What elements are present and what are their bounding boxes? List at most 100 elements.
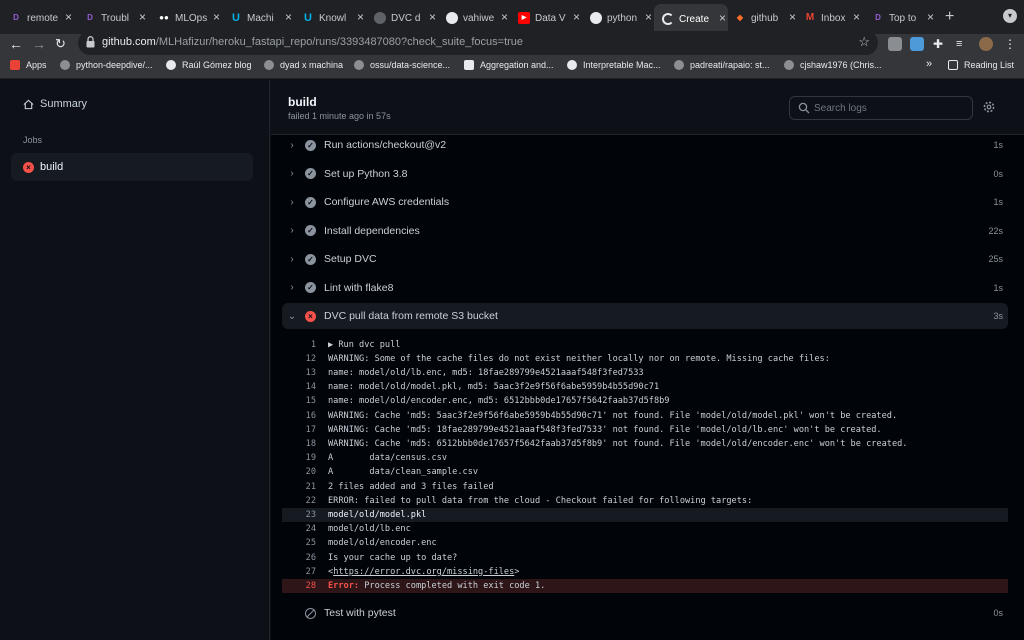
missing-files-link[interactable]: https://error.dvc.org/missing-files (333, 567, 514, 577)
tab-inbox[interactable]: M Inbox × (804, 6, 862, 30)
bookmark-python-deepdive[interactable]: python-deepdive/... (60, 60, 153, 70)
tab-vahiwe[interactable]: vahiwe × (446, 6, 510, 30)
line-number[interactable]: 28 (282, 581, 316, 591)
search-logs-input[interactable] (814, 100, 964, 116)
bookmark-raul-gomez[interactable]: Raúl Gómez blog (166, 60, 252, 70)
step-row[interactable]: › ✓ Install dependencies 22s (282, 218, 1008, 244)
line-number[interactable]: 1 (282, 340, 316, 350)
step-row[interactable]: › ✓ Set up Python 3.8 0s (282, 161, 1008, 187)
bookmark-aggregation[interactable]: Aggregation and... (464, 60, 554, 70)
tab-troubleshooting[interactable]: D Troubl × (84, 6, 148, 30)
gear-icon[interactable] (982, 100, 996, 114)
close-icon[interactable]: × (719, 11, 726, 25)
close-icon[interactable]: × (213, 10, 220, 24)
sidebar-job-build[interactable]: × build (11, 153, 253, 181)
udacity-icon: U (304, 12, 312, 24)
step-name: Test with pytest (324, 607, 396, 620)
tab-search-icon[interactable]: ▾ (1003, 9, 1017, 23)
extensions-puzzle-icon[interactable]: ✚ (933, 37, 947, 51)
back-arrow-icon[interactable]: ← (9, 36, 23, 52)
bookmarks-overflow-button[interactable]: » (926, 58, 932, 70)
browser-menu-icon[interactable]: ⋮ (1004, 37, 1018, 51)
chevron-right-icon[interactable]: › (282, 282, 302, 293)
close-icon[interactable]: × (789, 10, 796, 24)
bookmark-padreati[interactable]: padreati/rapaio: st... (674, 60, 770, 70)
step-row[interactable]: › ✓ Configure AWS credentials 1s (282, 189, 1008, 215)
youtube-icon: ▶ (518, 12, 530, 24)
summary-link[interactable]: Summary (23, 98, 87, 110)
reading-list-button[interactable]: Reading List (948, 60, 1014, 70)
close-icon[interactable]: × (65, 10, 72, 24)
line-number[interactable]: 20 (282, 467, 316, 477)
line-number[interactable]: 27 (282, 567, 316, 577)
line-number[interactable]: 12 (282, 354, 316, 364)
forward-arrow-icon[interactable]: → (32, 36, 46, 52)
line-number[interactable]: 23 (282, 510, 316, 520)
line-number[interactable]: 26 (282, 553, 316, 563)
chevron-right-icon[interactable]: › (282, 225, 302, 236)
line-number[interactable]: 21 (282, 482, 316, 492)
bookmark-interpretable[interactable]: Interpretable Mac... (567, 60, 661, 70)
new-tab-icon[interactable]: + (945, 8, 954, 26)
step-duration: 25s (988, 254, 1003, 264)
line-number[interactable]: 19 (282, 453, 316, 463)
bookmark-cjshaw[interactable]: cjshaw1976 (Chris... (784, 60, 882, 70)
error-label: Error: (328, 580, 360, 591)
close-icon[interactable]: × (853, 10, 860, 24)
bookmark-ossu[interactable]: ossu/data-science... (354, 60, 450, 70)
camera-extension-icon[interactable] (888, 37, 902, 51)
tab-mlops[interactable]: ●● MLOps × (158, 6, 222, 30)
bookmark-star-icon[interactable]: ☆ (858, 34, 870, 50)
chevron-right-icon[interactable]: › (282, 168, 302, 179)
tab-remote[interactable]: Dremote × (10, 6, 74, 30)
line-number[interactable]: 15 (282, 396, 316, 406)
line-number[interactable]: 14 (282, 382, 316, 392)
close-icon[interactable]: × (357, 10, 364, 24)
line-number[interactable]: 17 (282, 425, 316, 435)
close-icon[interactable]: × (645, 10, 652, 24)
tab-python[interactable]: python × (590, 6, 654, 30)
bookmark-dyad-x-machina[interactable]: dyad x machina (264, 60, 343, 70)
screenshot-extension-icon[interactable] (910, 37, 924, 51)
dvc-icon: D (13, 13, 19, 22)
udacity-icon: U (232, 12, 240, 24)
github-icon (446, 12, 458, 24)
line-number[interactable]: 22 (282, 496, 316, 506)
tab-github[interactable]: ◆ github × (734, 6, 798, 30)
step-row[interactable]: ⌄ × DVC pull data from remote S3 bucket 3s (282, 303, 1008, 329)
tab-dvc-docs[interactable]: DVC d × (374, 6, 438, 30)
step-row[interactable]: › ✓ Run actions/checkout@v2 1s (282, 132, 1008, 158)
close-icon[interactable]: × (927, 10, 934, 24)
address-bar[interactable]: github.com/MLHafizur/heroku_fastapi_repo… (78, 31, 878, 55)
tab-top[interactable]: D Top to × (872, 6, 936, 30)
tab-knowledge[interactable]: U Knowl × (302, 6, 366, 30)
chevron-down-icon[interactable]: ⌄ (282, 311, 302, 322)
tab-label: Data V (535, 12, 566, 24)
github-icon (264, 60, 274, 70)
step-row[interactable]: › ✓ Lint with flake8 1s (282, 275, 1008, 301)
close-icon[interactable]: × (285, 10, 292, 24)
search-logs-box[interactable] (789, 96, 973, 120)
media-control-icon[interactable]: ≡ (956, 37, 970, 51)
chevron-right-icon[interactable]: › (282, 197, 302, 208)
step-row[interactable]: Test with pytest 0s (282, 600, 1008, 626)
tab-machine[interactable]: U Machi × (230, 6, 294, 30)
tab-data-v[interactable]: ▶ Data V × (518, 6, 582, 30)
line-number[interactable]: 25 (282, 538, 316, 548)
profile-avatar[interactable] (979, 37, 993, 51)
close-icon[interactable]: × (429, 10, 436, 24)
close-icon[interactable]: × (573, 10, 580, 24)
chevron-right-icon[interactable]: › (282, 254, 302, 265)
reload-icon[interactable]: ↻ (55, 36, 66, 52)
tab-label: python (607, 12, 638, 24)
chevron-right-icon[interactable]: › (282, 140, 302, 151)
bookmark-apps[interactable]: Apps (10, 60, 47, 70)
close-icon[interactable]: × (501, 10, 508, 24)
line-number[interactable]: 16 (282, 411, 316, 421)
line-number[interactable]: 18 (282, 439, 316, 449)
line-number[interactable]: 24 (282, 524, 316, 534)
tab-create[interactable]: Create × (654, 4, 728, 34)
line-number[interactable]: 13 (282, 368, 316, 378)
step-row[interactable]: › ✓ Setup DVC 25s (282, 246, 1008, 272)
close-icon[interactable]: × (139, 10, 146, 24)
